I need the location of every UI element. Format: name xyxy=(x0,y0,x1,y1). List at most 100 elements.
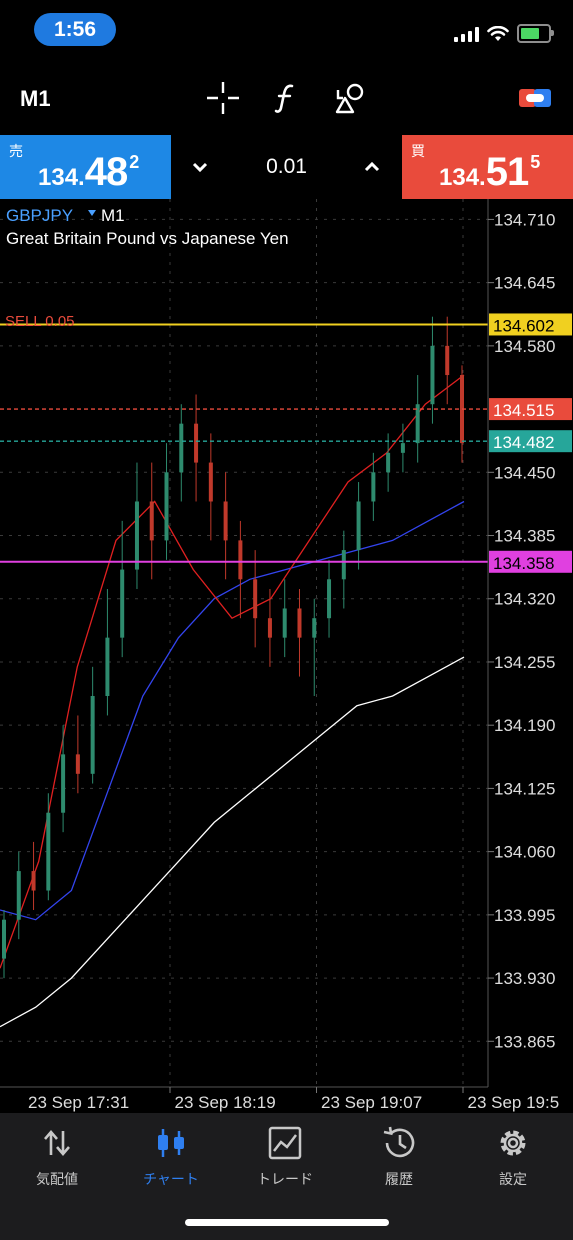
status-bar: 1:56 xyxy=(0,0,573,62)
nav-item-history[interactable]: 履歴 xyxy=(342,1113,456,1203)
moving-average-line xyxy=(0,500,465,921)
candle-body xyxy=(179,423,184,473)
y-tick-label: 134.385 xyxy=(494,527,555,546)
nav-item-quotes[interactable]: 気配値 xyxy=(0,1113,114,1203)
history-clock-icon xyxy=(383,1126,415,1158)
nav-label-history: 履歴 xyxy=(385,1171,413,1187)
y-tick-label: 133.995 xyxy=(494,906,555,925)
candle-body xyxy=(46,812,51,891)
price-level-label: 134.515 xyxy=(493,401,554,420)
status-time: 1:56 xyxy=(34,13,116,46)
sell-button[interactable]: 売 134.48 2 xyxy=(0,135,171,199)
buy-label: 買 xyxy=(411,143,425,159)
candle-body xyxy=(312,618,317,638)
y-tick-label: 133.865 xyxy=(494,1032,555,1051)
y-tick-label: 134.060 xyxy=(494,843,555,862)
symbol-dropdown-icon[interactable] xyxy=(88,210,96,216)
nav-label-trade: トレード xyxy=(257,1171,313,1187)
y-tick-label: 134.645 xyxy=(494,274,555,293)
candle-body xyxy=(445,345,450,376)
price-chart-canvas[interactable]: 134.602 134.515 134.482 134.358 134.710 134.… xyxy=(0,199,573,1113)
x-tick-label: 23 Sep 18:19 xyxy=(175,1093,276,1112)
x-tick-label: 23 Sep 19:5 xyxy=(468,1093,560,1112)
candle-body xyxy=(356,501,361,551)
wifi-icon xyxy=(487,25,509,41)
candle-body xyxy=(327,579,332,619)
nav-item-settings[interactable]: 設定 xyxy=(456,1113,570,1203)
candle-body xyxy=(386,452,391,473)
candle-body xyxy=(149,501,154,541)
chart-timeframe: M1 xyxy=(101,206,125,225)
x-tick-label: 23 Sep 19:07 xyxy=(321,1093,422,1112)
price-level-label: 134.482 xyxy=(493,433,554,452)
chevron-up-icon[interactable] xyxy=(362,157,382,177)
function-icon[interactable] xyxy=(268,80,304,116)
chart-toolbar: M1 xyxy=(0,62,573,134)
candlestick-chart-icon xyxy=(158,1129,184,1157)
candle-body xyxy=(223,501,228,541)
quotes-arrows-icon xyxy=(44,1130,70,1156)
chart-description: Great Britain Pound vs Japanese Yen xyxy=(6,229,289,248)
candle-body xyxy=(253,579,258,619)
candle-body xyxy=(120,569,125,638)
y-tick-label: 134.255 xyxy=(494,653,555,672)
nav-item-chart[interactable]: チャート xyxy=(114,1113,228,1203)
price-level-label: 134.358 xyxy=(493,554,554,573)
candle-body xyxy=(2,919,6,959)
lot-selector: 0.01 xyxy=(171,135,402,199)
candle-body xyxy=(90,696,95,774)
sell-label: 売 xyxy=(9,143,23,159)
objects-icon[interactable] xyxy=(333,80,369,116)
y-tick-label: 134.190 xyxy=(494,716,555,735)
crosshair-icon[interactable] xyxy=(205,80,241,116)
candle-body xyxy=(75,754,80,774)
candle-body xyxy=(164,472,169,541)
candle-body xyxy=(194,423,199,463)
status-icons xyxy=(454,24,554,43)
candle-body xyxy=(415,404,420,444)
nav-label-settings: 設定 xyxy=(499,1171,527,1187)
moving-average-line xyxy=(0,656,465,1028)
moving-average-line xyxy=(0,374,465,969)
nav-label-quotes: 気配値 xyxy=(36,1171,78,1187)
candle-body xyxy=(105,637,110,697)
trade-chart-icon xyxy=(268,1126,302,1160)
battery-level xyxy=(521,28,539,39)
price-chart[interactable]: 134.602 134.515 134.482 134.358 134.710 134.… xyxy=(0,199,573,1113)
x-tick-label: 23 Sep 17:31 xyxy=(28,1093,129,1112)
sell-price: 134.48 2 xyxy=(38,150,140,194)
y-tick-label: 134.125 xyxy=(494,779,555,798)
candle-body xyxy=(208,462,213,502)
y-tick-label: 134.710 xyxy=(494,210,555,229)
settings-gear-icon xyxy=(500,1130,526,1156)
chart-symbol: GBPJPY xyxy=(6,206,73,225)
candle-body xyxy=(238,540,243,580)
buy-button[interactable]: 買 134.51 5 xyxy=(402,135,573,199)
battery-icon xyxy=(517,24,554,43)
y-tick-label: 134.580 xyxy=(494,337,555,356)
candle-body xyxy=(31,871,36,891)
candle-body xyxy=(134,501,139,570)
candle-body xyxy=(267,618,272,638)
buy-price: 134.51 5 xyxy=(439,150,541,194)
candle-body xyxy=(400,443,405,453)
candle-body xyxy=(341,550,346,580)
y-tick-label: 134.450 xyxy=(494,463,555,482)
trade-bar: 売 134.48 2 0.01 買 134.51 5 xyxy=(0,135,573,199)
y-tick-label: 133.930 xyxy=(494,969,555,988)
home-indicator xyxy=(185,1219,389,1226)
price-level-label: 134.602 xyxy=(493,316,554,335)
nav-item-trade[interactable]: トレード xyxy=(228,1113,342,1203)
y-tick-label: 134.320 xyxy=(494,590,555,609)
candle-body xyxy=(61,754,66,813)
order-label: SELL 0.05 xyxy=(5,313,75,330)
account-switch-icon[interactable] xyxy=(517,80,553,116)
candle-body xyxy=(16,871,21,920)
nav-label-chart: チャート xyxy=(143,1171,199,1187)
cellular-signal-icon xyxy=(454,26,479,42)
candle-body xyxy=(430,345,435,405)
candle-body xyxy=(282,608,287,638)
timeframe-button[interactable]: M1 xyxy=(20,86,51,112)
candle-body xyxy=(297,608,302,638)
candle-body xyxy=(371,472,376,502)
